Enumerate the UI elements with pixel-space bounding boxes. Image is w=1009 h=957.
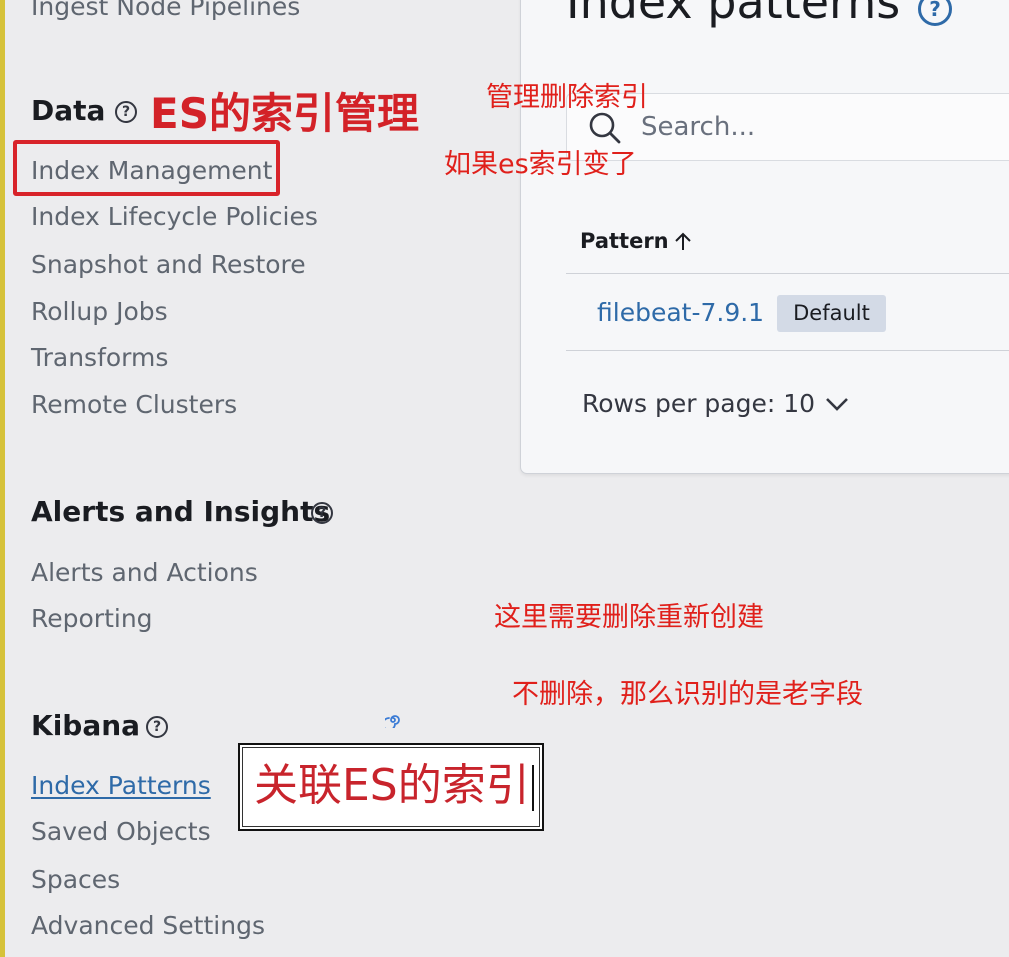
- page-title: Index patterns: [566, 0, 901, 29]
- window-left-border: [0, 0, 5, 957]
- arrow-up-icon[interactable]: [674, 231, 692, 251]
- section-title-data: Data: [31, 94, 106, 127]
- table-row-divider: [566, 350, 1009, 351]
- annotation-text-input[interactable]: 关联ES的索引: [238, 743, 544, 831]
- sidebar-item-spaces[interactable]: Spaces: [31, 865, 120, 895]
- table-row-pattern-link[interactable]: filebeat-7.9.1: [597, 298, 764, 328]
- section-title-kibana: Kibana: [31, 709, 141, 742]
- alerts-help-icon[interactable]: ?: [311, 502, 333, 524]
- annotation-textbox-text: 关联ES的索引: [254, 759, 534, 813]
- sidebar-item-remote-clusters[interactable]: Remote Clusters: [31, 390, 237, 420]
- default-badge: Default: [777, 295, 886, 332]
- text-caret: [531, 765, 534, 811]
- loading-swirl-icon: [385, 715, 400, 728]
- annotation-need-delete-recreate: 这里需要删除重新创建: [494, 602, 764, 633]
- search-placeholder: Search...: [641, 112, 756, 142]
- annotation-es-index-management: ES的索引管理: [150, 89, 419, 138]
- sidebar-item-rollup-jobs[interactable]: Rollup Jobs: [31, 297, 168, 327]
- column-header-pattern[interactable]: Pattern: [580, 228, 669, 254]
- sidebar-item-index-lifecycle-policies[interactable]: Index Lifecycle Policies: [31, 202, 318, 232]
- sidebar-item-index-patterns[interactable]: Index Patterns: [31, 771, 211, 801]
- annotation-not-delete-old-fields: 不删除，那么识别的是老字段: [512, 679, 863, 710]
- table-header-divider: [566, 273, 1009, 274]
- chevron-down-icon[interactable]: [823, 394, 851, 414]
- section-title-alerts-and-insights: Alerts and Insights: [31, 495, 331, 528]
- rows-per-page-button[interactable]: Rows per page: 10: [582, 389, 815, 419]
- sidebar-item-saved-objects[interactable]: Saved Objects: [31, 817, 211, 847]
- sidebar-item-alerts-and-actions[interactable]: Alerts and Actions: [31, 558, 258, 588]
- search-icon: [589, 112, 621, 144]
- sidebar-item-ingest-node-pipelines[interactable]: Ingest Node Pipelines: [31, 0, 300, 22]
- annotation-manage-delete-index: 管理删除索引: [486, 82, 648, 113]
- sidebar-item-reporting[interactable]: Reporting: [31, 604, 153, 634]
- data-help-icon[interactable]: ?: [115, 101, 137, 123]
- sidebar-item-transforms[interactable]: Transforms: [31, 343, 168, 373]
- annotation-if-es-index-changed: 如果es索引变了: [444, 149, 637, 180]
- kibana-help-icon[interactable]: ?: [146, 716, 168, 738]
- sidebar-item-advanced-settings[interactable]: Advanced Settings: [31, 911, 265, 941]
- annotation-highlight-box: [13, 140, 280, 196]
- sidebar-item-snapshot-and-restore[interactable]: Snapshot and Restore: [31, 250, 306, 280]
